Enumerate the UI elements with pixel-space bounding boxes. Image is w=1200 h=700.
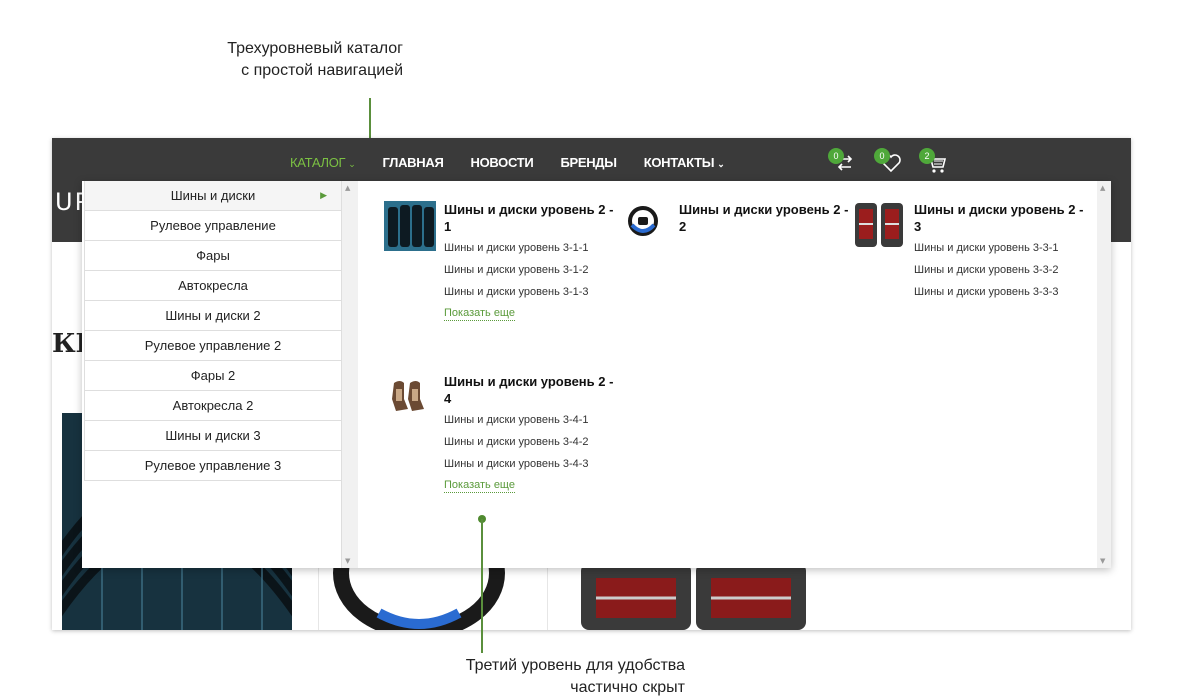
chevron-down-icon: ⌄ [348, 159, 356, 169]
wishlist-button[interactable]: 0 [874, 148, 904, 176]
catalog-menu-item[interactable]: Фары 2 [84, 361, 342, 391]
subcategory-title[interactable]: Шины и диски уровень 2 - 2 [679, 201, 849, 235]
tail-lights-thumb-image [855, 203, 903, 247]
catalog-menu-item-label: Фары 2 [190, 368, 236, 383]
subcategory-block-4: Шины и диски уровень 2 - 4 Шины и диски … [444, 373, 614, 493]
steering-wheel-thumb-icon [628, 206, 658, 236]
cart-button[interactable]: 2 [919, 148, 949, 176]
wishlist-count: 0 [874, 148, 890, 164]
catalog-menu-item[interactable]: Рулевое управление 2 [84, 331, 342, 361]
annotation-top-line1: Трехуровневый каталог [227, 40, 403, 57]
catalog-menu-item[interactable]: Автокресла [84, 271, 342, 301]
chevron-right-icon: ▶ [320, 190, 327, 200]
catalog-dropdown: Шины и диски ▶ Рулевое управление Фары Авток… [82, 181, 1111, 568]
annotation-top: Трехуровневый каталог с простой навигаци… [227, 38, 403, 82]
annotation-bottom-line1: Третий уровень для удобства [465, 657, 685, 674]
catalog-menu-item[interactable]: Рулевое управление 3 [84, 451, 342, 481]
level3-link[interactable]: Шины и диски уровень 3-4-2 [444, 434, 614, 451]
scroll-down-icon[interactable]: ▼ [1100, 557, 1105, 565]
scroll-down-icon[interactable]: ▼ [345, 557, 350, 565]
catalog-level1-menu: Шины и диски ▶ Рулевое управление Фары Авток… [82, 181, 342, 568]
annotation-bottom-connector [481, 519, 483, 653]
catalog-menu-item-label: Рулевое управление 3 [144, 458, 282, 473]
chevron-down-icon: ⌄ [717, 159, 725, 169]
tires-thumb-image [384, 201, 436, 251]
compare-button[interactable]: 0 [828, 148, 858, 176]
catalog-menu-item[interactable]: Рулевое управление [84, 211, 342, 241]
catalog-menu-item[interactable]: Фары [84, 241, 342, 271]
level3-link[interactable]: Шины и диски уровень 3-4-1 [444, 412, 614, 429]
nav-catalog-label: КАТАЛОГ [290, 155, 346, 170]
nav-contacts-label: КОНТАКТЫ [643, 155, 715, 170]
subcategory-title[interactable]: Шины и диски уровень 2 - 4 [444, 373, 614, 407]
level3-link[interactable]: Шины и диски уровень 3-3-1 [914, 240, 1084, 257]
level3-link[interactable]: Шины и диски уровень 3-3-2 [914, 262, 1084, 279]
subcategory-title[interactable]: Шины и диски уровень 2 - 1 [444, 201, 614, 235]
show-more-link[interactable]: Показать еще [444, 306, 515, 321]
catalog-menu-item-label: Автокресла [178, 278, 248, 293]
subcategory-block-1: Шины и диски уровень 2 - 1 Шины и диски … [444, 201, 614, 321]
catalog-menu-item[interactable]: Шины и диски 2 [84, 301, 342, 331]
tail-lights-thumbnail[interactable] [853, 199, 905, 255]
subcategory-title[interactable]: Шины и диски уровень 2 - 3 [914, 201, 1084, 235]
main-nav: КАТАЛОГ ⌄ ГЛАВНАЯ НОВОСТИ БРЕНДЫ КОНТАКТЫ… [290, 155, 725, 170]
annotation-bottom: Третий уровень для удобства частично скр… [466, 655, 685, 699]
level1-scrollbar[interactable]: ▲ ▼ [342, 181, 358, 568]
level3-link[interactable]: Шины и диски уровень 3-3-3 [914, 284, 1084, 301]
level3-link[interactable]: Шины и диски уровень 3-4-3 [444, 456, 614, 473]
website-screenshot: UP КАТАЛОГ ⌄ ГЛАВНАЯ НОВОСТИ БРЕНДЫ КОНТА… [52, 138, 1131, 630]
catalog-menu-item-label: Фары [196, 248, 230, 263]
subcategory-block-3: Шины и диски уровень 2 - 3 Шины и диски … [914, 201, 1084, 301]
catalog-menu-item-label: Шины и диски 2 [165, 308, 261, 323]
annotation-bottom-line2: частично скрыт [570, 679, 685, 696]
promo-stage: Трехуровневый каталог с простой навигаци… [0, 0, 1200, 700]
steering-wheel-thumbnail[interactable] [627, 203, 659, 243]
catalog-menu-item-label: Шины и диски [170, 188, 256, 203]
cart-count: 2 [919, 148, 935, 164]
scroll-up-icon[interactable]: ▲ [345, 184, 350, 192]
scroll-up-icon[interactable]: ▲ [1100, 184, 1105, 192]
catalog-menu-item-label: Автокресла 2 [172, 398, 254, 413]
compare-count: 0 [828, 148, 844, 164]
nav-home[interactable]: ГЛАВНАЯ [383, 155, 444, 170]
catalog-menu-item-label: Шины и диски 3 [165, 428, 261, 443]
level3-link[interactable]: Шины и диски уровень 3-1-3 [444, 284, 614, 301]
nav-contacts[interactable]: КОНТАКТЫ ⌄ [644, 155, 725, 170]
catalog-menu-item-label: Рулевое управление 2 [144, 338, 282, 353]
car-seats-thumbnail[interactable] [390, 379, 428, 419]
nav-catalog[interactable]: КАТАЛОГ ⌄ [290, 155, 356, 170]
level3-link[interactable]: Шины и диски уровень 3-1-1 [444, 240, 614, 257]
nav-news[interactable]: НОВОСТИ [471, 155, 534, 170]
tires-thumbnail[interactable] [384, 201, 436, 255]
level3-link[interactable]: Шины и диски уровень 3-1-2 [444, 262, 614, 279]
content-scrollbar[interactable]: ▲ ▼ [1097, 181, 1111, 568]
annotation-top-line2: с простой навигацией [241, 62, 403, 79]
catalog-menu-item-label: Рулевое управление [150, 218, 276, 233]
show-more-link[interactable]: Показать еще [444, 478, 515, 493]
subcategory-block-2: Шины и диски уровень 2 - 2 [679, 201, 849, 235]
catalog-menu-item[interactable]: Шины и диски 3 [84, 421, 342, 451]
catalog-menu-item[interactable]: Шины и диски ▶ [84, 181, 342, 211]
nav-brands[interactable]: БРЕНДЫ [560, 155, 617, 170]
catalog-menu-item[interactable]: Автокресла 2 [84, 391, 342, 421]
car-seats-thumb-image [392, 381, 424, 411]
